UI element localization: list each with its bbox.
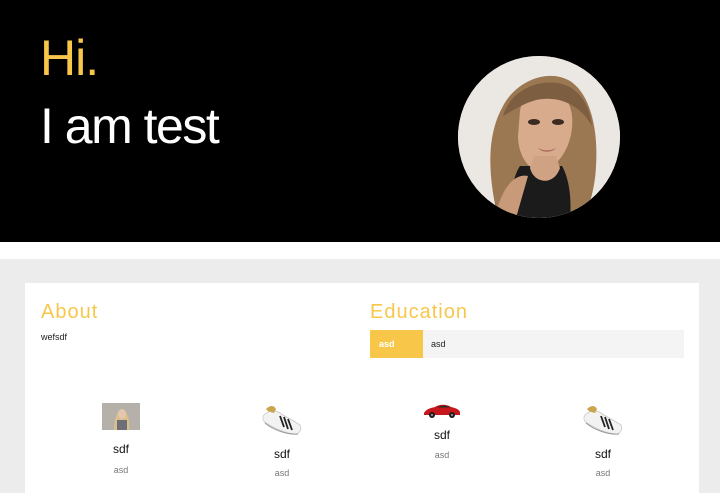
name-heading: I am test bbox=[40, 98, 220, 154]
education-badge: asd bbox=[370, 330, 423, 358]
portrait-photo-icon bbox=[102, 403, 140, 430]
item-desc: asd bbox=[274, 468, 290, 478]
item-desc: asd bbox=[595, 468, 611, 478]
item-desc: asd bbox=[113, 465, 129, 475]
red-car-photo-icon bbox=[423, 403, 461, 419]
section-divider bbox=[0, 242, 720, 259]
hero-banner: Hi. I am test bbox=[0, 0, 720, 242]
portfolio-item[interactable]: sdf asd bbox=[543, 401, 663, 478]
content-card: About wefsdf Education asd asd sdf asd s… bbox=[25, 283, 699, 493]
portfolio-item[interactable]: sdf asd bbox=[222, 401, 342, 478]
item-title: sdf bbox=[433, 428, 450, 442]
education-title: Education bbox=[370, 301, 468, 323]
about-title: About bbox=[41, 301, 99, 323]
greeting-heading: Hi. bbox=[40, 30, 99, 86]
portfolio-item[interactable]: sdf asd bbox=[61, 403, 181, 475]
item-title: sdf bbox=[112, 442, 129, 456]
about-text: wefsdf bbox=[41, 332, 68, 342]
item-desc: asd bbox=[434, 450, 450, 460]
profile-photo bbox=[458, 56, 620, 218]
item-title: sdf bbox=[273, 447, 290, 461]
sneaker-photo-icon bbox=[262, 401, 302, 437]
profile-avatar bbox=[458, 56, 620, 218]
sneaker-photo-icon bbox=[583, 401, 623, 437]
education-entry: asd asd bbox=[370, 330, 684, 358]
education-value: asd bbox=[431, 339, 446, 349]
portfolio-item[interactable]: sdf asd bbox=[382, 403, 502, 460]
item-title: sdf bbox=[594, 447, 611, 461]
